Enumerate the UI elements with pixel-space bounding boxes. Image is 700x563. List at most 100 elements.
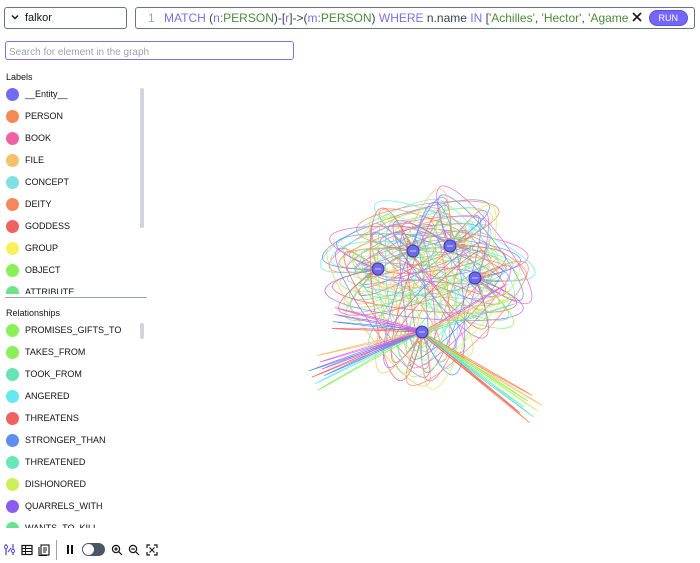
relationship-item-label: TOOK_FROM xyxy=(25,369,82,379)
label-item-label: FILE xyxy=(25,155,45,165)
section-divider xyxy=(5,297,147,298)
relationship-item-label: PROMISES_GIFTS_TO xyxy=(25,325,122,335)
query-token: :PERSON xyxy=(219,11,274,25)
relationship-color-dot xyxy=(6,521,19,528)
relationship-item-label: STRONGER_THAN xyxy=(25,435,106,445)
query-token: , xyxy=(534,11,542,25)
relationship-item[interactable]: THREATENS xyxy=(6,407,141,429)
label-item-label: BOOK xyxy=(25,133,52,143)
label-item-label: ATTRIBUTE xyxy=(25,287,75,294)
query-token: [ xyxy=(482,11,489,25)
label-item-label: __Entity__ xyxy=(25,89,68,99)
relationship-item[interactable]: PROMISES_GIFTS_TO xyxy=(6,319,141,341)
label-color-dot xyxy=(6,175,19,189)
label-item[interactable]: ATTRIBUTE xyxy=(6,281,141,294)
labels-title: Labels xyxy=(6,72,33,82)
label-color-dot xyxy=(6,241,19,255)
relationship-color-dot xyxy=(6,455,19,469)
relationship-item[interactable]: TAKES_FROM xyxy=(6,341,141,363)
graph-canvas[interactable] xyxy=(150,36,700,528)
layout-icon[interactable] xyxy=(1,541,17,558)
label-color-dot xyxy=(6,131,19,145)
query-token: n.name xyxy=(423,11,471,25)
relationship-color-dot xyxy=(6,345,19,359)
close-icon xyxy=(631,12,642,22)
bottom-toolbar xyxy=(0,536,160,563)
label-item[interactable]: GODDESS xyxy=(6,215,141,237)
relationship-item[interactable]: WANTS_TO_KILL xyxy=(6,517,141,528)
relationship-item[interactable]: THREATENED xyxy=(6,451,141,473)
top-bar: falkor 1 MATCH (n:PERSON)-[r]->(m:PERSON… xyxy=(0,0,700,36)
label-color-dot xyxy=(6,263,19,277)
fit-screen-icon[interactable] xyxy=(144,541,160,558)
metadata-icon[interactable] xyxy=(36,541,52,558)
zoom-in-icon[interactable] xyxy=(109,541,125,558)
label-item[interactable]: CONCEPT xyxy=(6,171,141,193)
label-item[interactable]: GROUP xyxy=(6,237,141,259)
label-color-dot xyxy=(6,285,19,294)
query-token: n xyxy=(213,11,220,25)
label-color-dot xyxy=(6,153,19,167)
run-button[interactable]: RUN xyxy=(648,10,688,26)
query-token: ]->( xyxy=(289,11,308,25)
label-item-label: CONCEPT xyxy=(25,177,70,187)
relationships-scrollbar[interactable] xyxy=(140,323,144,339)
chevron-down-icon xyxy=(5,12,25,25)
label-color-dot xyxy=(6,87,19,101)
pause-icon[interactable] xyxy=(62,541,78,558)
label-item[interactable]: BOOK xyxy=(6,127,141,149)
label-item-label: OBJECT xyxy=(25,265,61,275)
label-item-label: DEITY xyxy=(25,199,52,209)
query-token: ) xyxy=(371,11,379,25)
relationship-color-dot xyxy=(6,477,19,491)
relationship-item[interactable]: ANGERED xyxy=(6,385,141,407)
relationship-item-label: WANTS_TO_KILL xyxy=(25,523,99,528)
relationship-item-label: THREATENED xyxy=(25,457,86,467)
query-token: 'Hector' xyxy=(541,11,582,25)
label-item-label: GROUP xyxy=(25,243,59,253)
relationship-color-dot xyxy=(6,499,19,513)
labels-scrollbar[interactable] xyxy=(140,88,144,228)
relationship-color-dot xyxy=(6,411,19,425)
relationship-color-dot xyxy=(6,367,19,381)
relationship-item-label: THREATENS xyxy=(25,413,79,423)
label-item[interactable]: OBJECT xyxy=(6,259,141,281)
label-item-label: PERSON xyxy=(25,111,64,121)
zoom-out-icon[interactable] xyxy=(126,541,142,558)
relationship-item-label: DISHONORED xyxy=(25,479,87,489)
query-text[interactable]: 1 MATCH (n:PERSON)-[r]->(m:PERSON) WHERE… xyxy=(136,11,629,25)
label-item[interactable]: DEITY xyxy=(6,193,141,215)
relationship-color-dot xyxy=(6,323,19,337)
toggle-knob xyxy=(82,544,94,555)
clear-query-button[interactable] xyxy=(629,10,645,26)
label-item-label: GODDESS xyxy=(25,221,71,231)
animation-toggle[interactable] xyxy=(81,543,105,556)
graph-edge[interactable] xyxy=(321,329,423,370)
relationship-color-dot xyxy=(6,389,19,403)
relationships-list: PROMISES_GIFTS_TO TAKES_FROM TOOK_FROM ANGE… xyxy=(6,319,141,528)
label-color-dot xyxy=(6,219,19,233)
label-item[interactable]: FILE xyxy=(6,149,141,171)
labels-list: __Entity__ PERSON BOOK FILE CONCEPT DEITY GODD… xyxy=(6,83,141,294)
query-editor[interactable]: 1 MATCH (n:PERSON)-[r]->(m:PERSON) WHERE… xyxy=(135,7,695,29)
graph-selector[interactable]: falkor xyxy=(4,7,127,29)
graph-selector-value: falkor xyxy=(25,12,52,24)
query-token: :PERSON xyxy=(317,11,372,25)
label-item[interactable]: __Entity__ xyxy=(6,83,141,105)
relationship-color-dot xyxy=(6,433,19,447)
graph-visualization[interactable] xyxy=(150,36,700,528)
label-color-dot xyxy=(6,109,19,123)
relationship-item[interactable]: STRONGER_THAN xyxy=(6,429,141,451)
relationship-item-label: QUARRELS_WITH xyxy=(25,501,103,511)
table-icon[interactable] xyxy=(18,541,34,558)
toolbar-divider xyxy=(56,539,58,560)
relationship-item[interactable]: DISHONORED xyxy=(6,473,141,495)
query-token: WHERE xyxy=(378,11,424,25)
query-token: 'Agamemnon' xyxy=(588,11,629,25)
relationship-item[interactable]: QUARRELS_WITH xyxy=(6,495,141,517)
relationship-item-label: ANGERED xyxy=(25,391,70,401)
query-token: 'Achilles' xyxy=(488,11,535,25)
relationship-item[interactable]: TOOK_FROM xyxy=(6,363,141,385)
label-item[interactable]: PERSON xyxy=(6,105,141,127)
label-color-dot xyxy=(6,197,19,211)
